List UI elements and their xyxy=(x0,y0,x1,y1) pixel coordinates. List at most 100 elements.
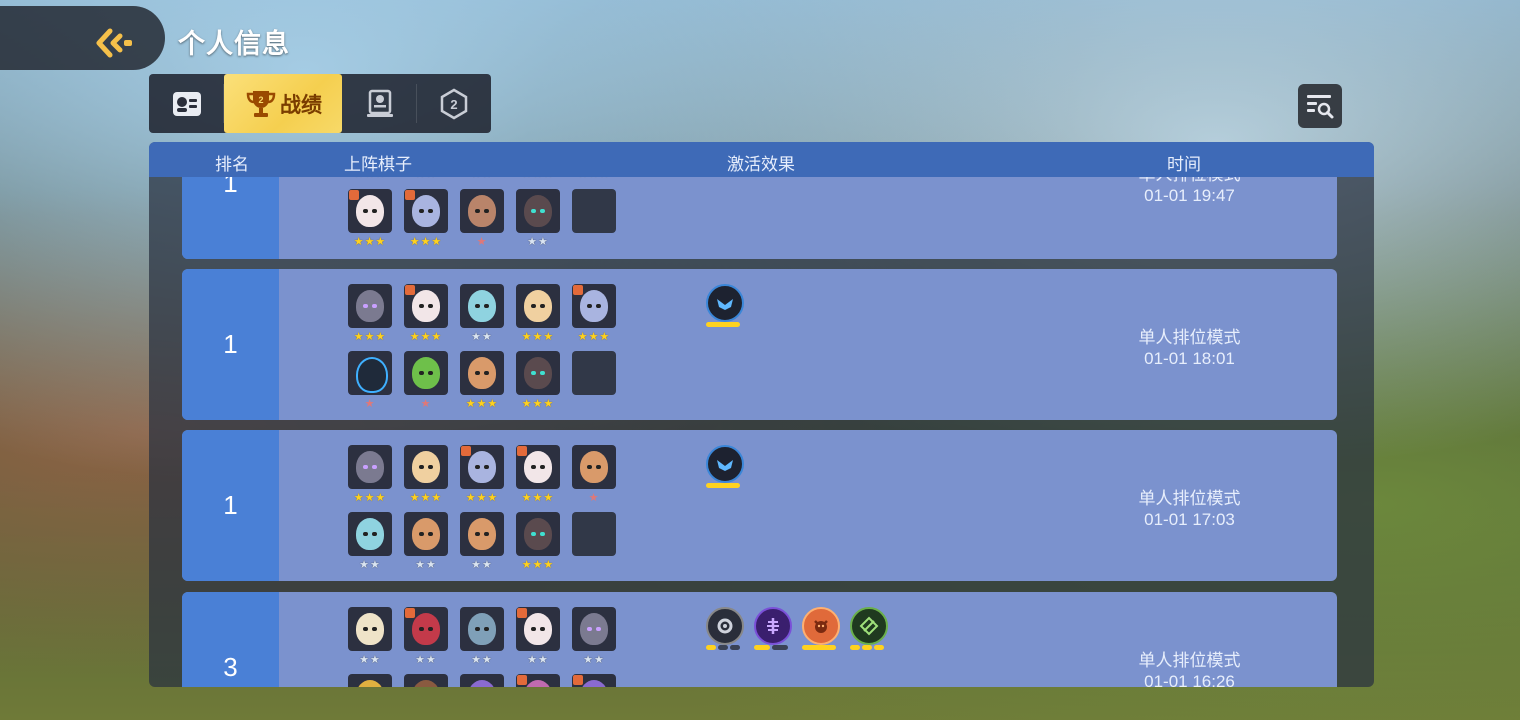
unit-portrait[interactable] xyxy=(460,607,504,651)
unit-stars: ★★★ xyxy=(577,331,611,343)
svg-text:2: 2 xyxy=(258,95,263,105)
table-row[interactable]: 1 ★★★ ★★★ ★★★ ★★★ ★ ★★ ★★ ★★ ★★★ 单人排位模式 … xyxy=(182,430,1337,581)
unit-stars: ★★ xyxy=(471,654,493,666)
trait-icon[interactable] xyxy=(706,284,744,322)
header-units: 上阵棋子 xyxy=(344,155,412,174)
rank-value: 1 xyxy=(182,177,279,259)
fish-bone-icon xyxy=(767,618,779,634)
filter-search-button[interactable] xyxy=(1298,84,1342,128)
trait-icon[interactable] xyxy=(706,445,744,483)
profile-card-icon xyxy=(172,91,201,116)
header-rank: 排名 xyxy=(215,155,249,174)
unit-portrait[interactable] xyxy=(404,351,448,395)
unit-portrait[interactable] xyxy=(460,674,504,687)
match-mode-and-time: 单人排位模式 01-01 16:26 xyxy=(1102,650,1277,687)
match-time: 01-01 19:47 xyxy=(1144,186,1235,205)
tab-bar: 2 战绩 2 xyxy=(149,74,491,133)
unit-portrait[interactable] xyxy=(460,189,504,233)
unit-stars: ★★★ xyxy=(521,559,555,571)
unit-portrait[interactable] xyxy=(404,284,448,328)
tab-rank[interactable]: 2 xyxy=(417,74,491,133)
table-row[interactable]: 1 ★★★ ★★★ ★★ ★★★ ★★★ ★ ★ ★★★ ★★★ 单人排位模式 … xyxy=(182,269,1337,420)
unit-portrait[interactable] xyxy=(572,445,616,489)
bat-wing-icon xyxy=(717,299,733,310)
empty-slot xyxy=(572,512,616,556)
unit-stars: ★★★ xyxy=(409,331,443,343)
trait-icon[interactable] xyxy=(802,607,840,645)
unit-portrait[interactable] xyxy=(404,189,448,233)
unit-portrait[interactable] xyxy=(460,351,504,395)
unit-stars: ★★★ xyxy=(353,492,387,504)
unit-portrait[interactable] xyxy=(516,351,560,395)
match-mode-and-time: 单人排位模式 01-01 18:01 xyxy=(1102,327,1277,369)
gear-emblem-icon xyxy=(717,618,733,634)
back-arrow-icon xyxy=(96,28,132,58)
match-time: 01-01 16:26 xyxy=(1144,672,1235,687)
trait-level-bar xyxy=(802,645,836,650)
unit-portrait[interactable] xyxy=(572,607,616,651)
unit-portrait[interactable] xyxy=(572,674,616,687)
trait-level-bar xyxy=(850,645,884,650)
unit-portrait[interactable] xyxy=(516,284,560,328)
unit-portrait[interactable] xyxy=(348,189,392,233)
unit-stars: ★★ xyxy=(415,654,437,666)
unit-portrait[interactable] xyxy=(404,607,448,651)
unit-stars: ★★ xyxy=(583,654,605,666)
bat-wing-icon xyxy=(717,460,733,471)
record-panel: 排名 上阵棋子 激活效果 时间 1 ★★★ ★★ ★★ ★★★ ★★★ ★★★ … xyxy=(149,142,1374,687)
unit-stars: ★★★ xyxy=(409,492,443,504)
table-row[interactable]: 1 ★★★ ★★ ★★ ★★★ ★★★ ★★★ ★★★ ★ ★★ 单人排位模式 … xyxy=(182,177,1337,259)
svg-text:2: 2 xyxy=(450,97,457,112)
header-time: 时间 xyxy=(1167,155,1201,174)
unit-stars: ★★ xyxy=(415,559,437,571)
crossed-bow-icon xyxy=(859,616,879,636)
empty-slot xyxy=(572,189,616,233)
trait-level-bar xyxy=(706,322,740,327)
unit-portrait[interactable] xyxy=(516,607,560,651)
unit-stars: ★★ xyxy=(527,654,549,666)
tab-certificate[interactable] xyxy=(342,74,417,133)
trait-level-bar xyxy=(706,645,740,650)
match-mode: 单人排位模式 xyxy=(1138,328,1241,347)
unit-portrait[interactable] xyxy=(348,284,392,328)
unit-stars: ★★ xyxy=(471,559,493,571)
trait-icon[interactable] xyxy=(850,607,888,645)
unit-portrait[interactable] xyxy=(516,674,560,687)
match-time: 01-01 18:01 xyxy=(1144,349,1235,368)
unit-portrait[interactable] xyxy=(404,674,448,687)
table-row[interactable]: 3 ★★ ★★ ★★ ★★ ★★ 单人排位模式 01-01 16:26 xyxy=(182,592,1337,687)
unit-stars: ★★★ xyxy=(572,177,616,180)
unit-stars: ★★★ xyxy=(521,492,555,504)
unit-portrait[interactable] xyxy=(348,607,392,651)
unit-portrait[interactable] xyxy=(348,351,392,395)
unit-portrait[interactable] xyxy=(516,445,560,489)
list-search-icon xyxy=(1307,95,1334,119)
unit-stars: ★★ xyxy=(359,654,381,666)
unit-portrait[interactable] xyxy=(404,445,448,489)
record-list[interactable]: 1 ★★★ ★★ ★★ ★★★ ★★★ ★★★ ★★★ ★ ★★ 单人排位模式 … xyxy=(149,177,1374,687)
unit-portrait[interactable] xyxy=(348,674,392,687)
unit-stars: ★★★ xyxy=(521,331,555,343)
unit-stars: ★ xyxy=(476,236,488,248)
trait-level-bar xyxy=(706,483,740,488)
match-mode-and-time: 单人排位模式 01-01 19:47 xyxy=(1102,177,1277,206)
unit-portrait[interactable] xyxy=(460,445,504,489)
page-title: 个人信息 xyxy=(178,29,290,59)
unit-portrait[interactable] xyxy=(404,512,448,556)
unit-portrait[interactable] xyxy=(516,512,560,556)
tab-record-label: 战绩 xyxy=(280,93,322,117)
unit-portrait[interactable] xyxy=(572,284,616,328)
unit-portrait[interactable] xyxy=(348,445,392,489)
unit-portrait[interactable] xyxy=(460,512,504,556)
tab-profile[interactable] xyxy=(149,74,224,133)
back-button[interactable] xyxy=(0,6,165,70)
match-mode: 单人排位模式 xyxy=(1102,177,1277,185)
unit-portrait[interactable] xyxy=(516,189,560,233)
trait-icon[interactable] xyxy=(706,607,744,645)
match-mode-and-time: 单人排位模式 01-01 17:03 xyxy=(1102,488,1277,530)
trait-icon[interactable] xyxy=(754,607,792,645)
tab-record[interactable]: 2 战绩 xyxy=(224,74,342,133)
unit-portrait[interactable] xyxy=(460,284,504,328)
unit-portrait[interactable] xyxy=(348,512,392,556)
rank-badge-icon: 2 xyxy=(440,88,468,119)
